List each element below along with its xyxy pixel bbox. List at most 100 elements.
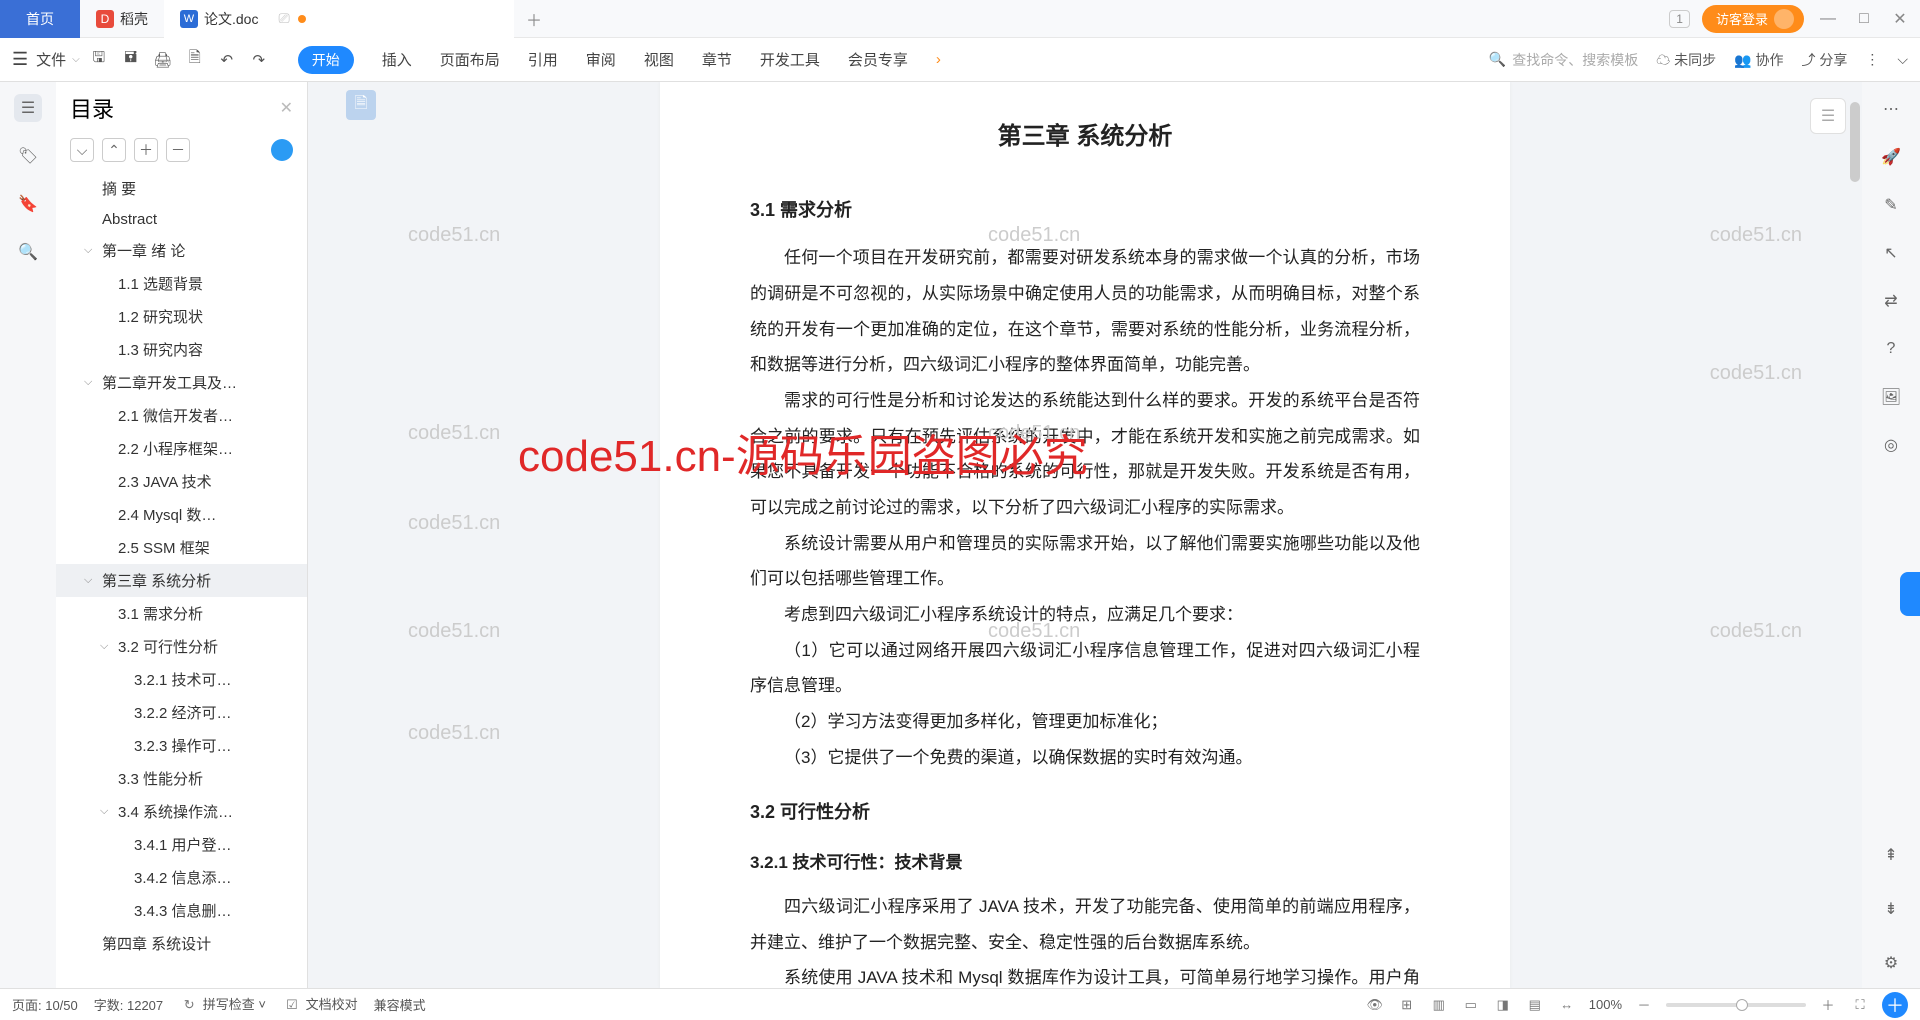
eye-icon[interactable]: 👁: [1365, 995, 1385, 1015]
toc-item[interactable]: ⌵第三章 系统分析: [56, 564, 307, 597]
toc-item[interactable]: 2.3 JAVA 技术: [56, 465, 307, 498]
close-button[interactable]: ✕: [1888, 7, 1912, 31]
document-viewport[interactable]: 🗎 ☰ code51.cn code51.cn code51.cn code51…: [308, 82, 1862, 988]
toc-item[interactable]: 2.1 微信开发者…: [56, 399, 307, 432]
search-command-input[interactable]: 🔍 查找命令、搜索模板: [1489, 50, 1638, 70]
toc-item[interactable]: 3.2.3 操作可…: [56, 729, 307, 762]
toc-item[interactable]: 第四章 系统设计: [56, 927, 307, 960]
toc-item[interactable]: 摘 要: [56, 172, 307, 205]
toc-item[interactable]: ⌵第二章开发工具及…: [56, 366, 307, 399]
outline-view-icon[interactable]: ▤: [1525, 995, 1545, 1015]
tab-count-badge[interactable]: 1: [1669, 10, 1690, 28]
toc-list[interactable]: 摘 要Abstract⌵第一章 绪 论1.1 选题背景1.2 研究现状1.3 研…: [56, 172, 307, 988]
save-as-icon[interactable]: 🖬: [120, 49, 142, 71]
page-marker-icon[interactable]: 🗎: [346, 90, 376, 120]
collapse-right-icon[interactable]: ☰: [1810, 98, 1846, 134]
minimize-button[interactable]: —: [1816, 7, 1840, 31]
toc-item[interactable]: ⌵3.2 可行性分析: [56, 630, 307, 663]
compat-mode[interactable]: 兼容模式: [374, 995, 426, 1014]
tab-member[interactable]: 会员专享: [848, 49, 908, 70]
toc-item[interactable]: ⌵3.4 系统操作流…: [56, 795, 307, 828]
page-view-icon[interactable]: ▭: [1461, 995, 1481, 1015]
tab-start[interactable]: 开始: [298, 46, 354, 74]
toc-settings-icon[interactable]: [271, 139, 293, 161]
toc-collapse-all-button[interactable]: ⌵: [70, 138, 94, 162]
tab-review[interactable]: 审阅: [586, 49, 616, 70]
zoom-in-icon[interactable]: ＋: [1818, 995, 1838, 1015]
document-tab[interactable]: W 论文.doc ⎚: [164, 0, 514, 38]
nav-down-icon[interactable]: ⇟: [1878, 896, 1904, 922]
toc-item[interactable]: 3.2.1 技术可…: [56, 663, 307, 696]
toc-item[interactable]: 2.4 Mysql 数…: [56, 498, 307, 531]
undo-icon[interactable]: ↶: [216, 49, 238, 71]
toc-item[interactable]: 1.2 研究现状: [56, 300, 307, 333]
tab-devtools[interactable]: 开发工具: [760, 49, 820, 70]
side-handle[interactable]: [1900, 572, 1920, 616]
scrollbar-vertical[interactable]: [1848, 82, 1862, 988]
tab-view[interactable]: 视图: [644, 49, 674, 70]
zoom-fit-icon[interactable]: ↔: [1557, 995, 1577, 1015]
zoom-out-icon[interactable]: －: [1634, 995, 1654, 1015]
image-icon[interactable]: 🖼: [1878, 384, 1904, 410]
zoom-label[interactable]: 100%: [1589, 997, 1622, 1012]
toc-item[interactable]: ⌵第一章 绪 论: [56, 234, 307, 267]
grid-view-icon[interactable]: ⊞: [1397, 995, 1417, 1015]
nav-settings-icon[interactable]: ⚙: [1878, 950, 1904, 976]
print-icon[interactable]: 🖨: [152, 49, 174, 71]
toc-item[interactable]: 1.3 研究内容: [56, 333, 307, 366]
nav-up-icon[interactable]: ⇞: [1878, 842, 1904, 868]
tab-section[interactable]: 章节: [702, 49, 732, 70]
more-icon[interactable]: ⋮: [1865, 51, 1879, 68]
tab-insert[interactable]: 插入: [382, 49, 412, 70]
word-count[interactable]: 字数: 12207: [94, 995, 163, 1014]
rocket-icon[interactable]: 🚀: [1878, 144, 1904, 170]
toc-remove-button[interactable]: －: [166, 138, 190, 162]
page-indicator[interactable]: 页面: 10/50: [12, 995, 78, 1014]
toc-expand-all-button[interactable]: ⌃: [102, 138, 126, 162]
toc-item[interactable]: 2.5 SSM 框架: [56, 531, 307, 564]
select-icon[interactable]: ↖: [1878, 240, 1904, 266]
zoom-slider[interactable]: [1666, 1003, 1806, 1007]
collapse-ribbon-icon[interactable]: ⌵: [1897, 51, 1908, 68]
cast-icon[interactable]: ⎚: [278, 10, 289, 27]
share-button[interactable]: ⤴ 分享: [1801, 50, 1847, 70]
doke-tab[interactable]: D 稻壳: [80, 0, 164, 38]
new-tab-button[interactable]: ＋: [514, 7, 554, 31]
redo-icon[interactable]: ↷: [248, 49, 270, 71]
scroll-thumb[interactable]: [1850, 102, 1860, 182]
spellcheck-button[interactable]: ↻ 拼写检查 ˅: [179, 994, 266, 1015]
toc-item[interactable]: 3.4.2 信息添…: [56, 861, 307, 894]
hamburger-icon[interactable]: ☰: [12, 49, 28, 70]
file-menu[interactable]: 文件 ⌵: [36, 49, 80, 70]
proofread-button[interactable]: ☑ 文档校对: [282, 994, 358, 1015]
menu-icon[interactable]: ⋯: [1878, 96, 1904, 122]
search-panel-icon[interactable]: 🔍: [14, 238, 42, 266]
toc-item[interactable]: 3.2.2 经济可…: [56, 696, 307, 729]
tab-layout[interactable]: 页面布局: [440, 49, 500, 70]
toc-item[interactable]: 3.4.3 信息删…: [56, 894, 307, 927]
zoom-thumb[interactable]: [1736, 999, 1748, 1011]
save-icon[interactable]: 🖫: [88, 49, 110, 71]
pen-icon[interactable]: ✎: [1878, 192, 1904, 218]
collab-button[interactable]: 👥 协作: [1734, 50, 1783, 70]
fullscreen-icon[interactable]: ⛶: [1850, 995, 1870, 1015]
target-icon[interactable]: ◎: [1878, 432, 1904, 458]
tab-reference[interactable]: 引用: [528, 49, 558, 70]
toc-item[interactable]: 3.3 性能分析: [56, 762, 307, 795]
tag-icon[interactable]: 🏷: [14, 142, 42, 170]
sync-status[interactable]: ☁ 未同步: [1656, 50, 1716, 70]
print-preview-icon[interactable]: 🗎: [184, 49, 206, 71]
toc-item[interactable]: 3.4.1 用户登…: [56, 828, 307, 861]
outline-icon[interactable]: ☰: [14, 94, 42, 122]
bookmark-icon[interactable]: 🔖: [14, 190, 42, 218]
toc-item[interactable]: 2.2 小程序框架…: [56, 432, 307, 465]
home-tab[interactable]: 首页: [0, 0, 80, 38]
book-view-icon[interactable]: ▥: [1429, 995, 1449, 1015]
guest-login-button[interactable]: 访客登录: [1702, 5, 1804, 33]
toc-item[interactable]: 1.1 选题背景: [56, 267, 307, 300]
toc-item[interactable]: Abstract: [56, 205, 307, 234]
maximize-button[interactable]: □: [1852, 7, 1876, 31]
toc-item[interactable]: 3.1 需求分析: [56, 597, 307, 630]
add-button[interactable]: ＋: [1882, 992, 1908, 1018]
toc-add-button[interactable]: ＋: [134, 138, 158, 162]
